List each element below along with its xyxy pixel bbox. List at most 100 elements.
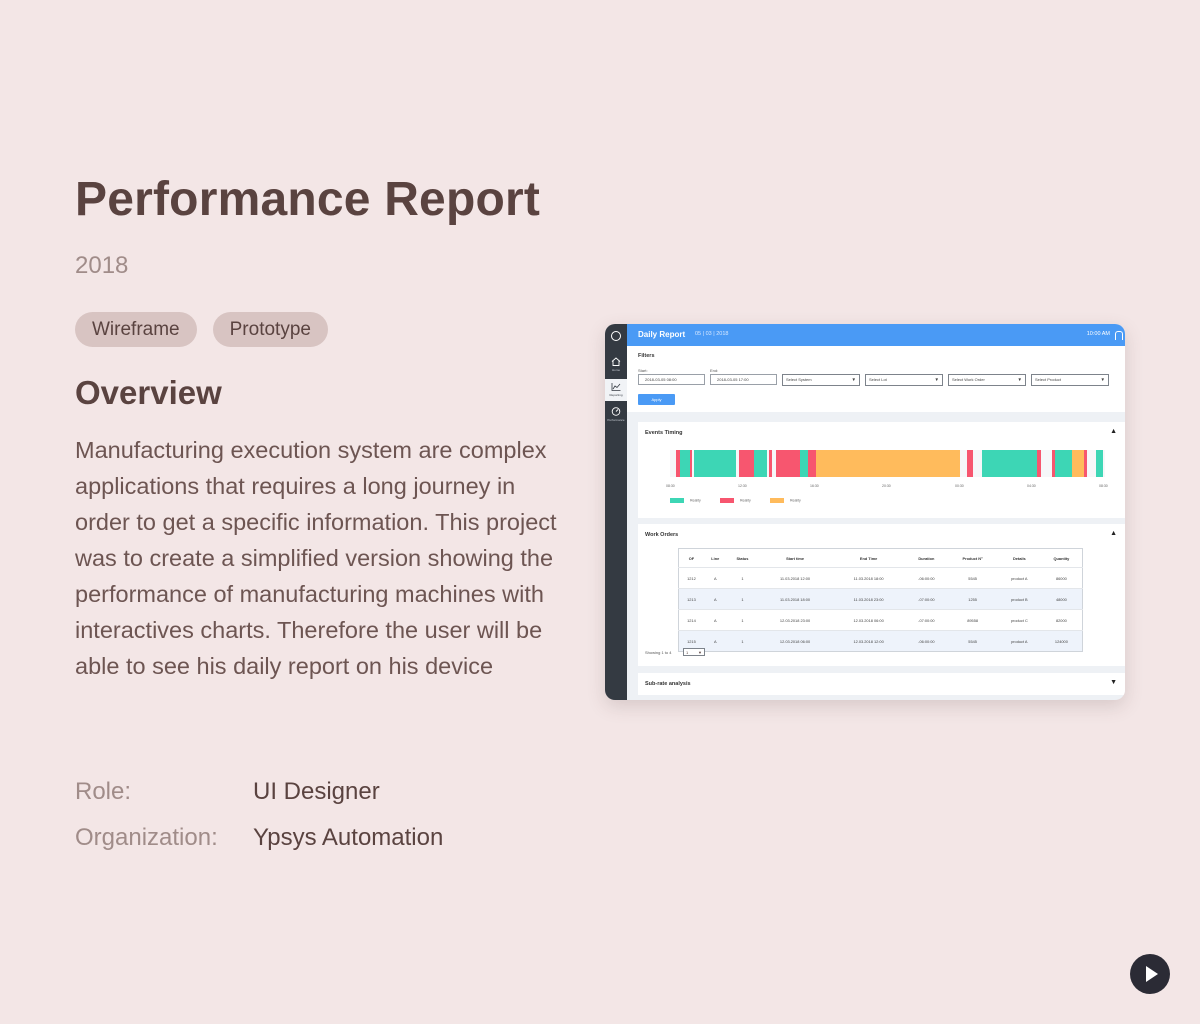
table-cell: 12.03.2018 23:00 (758, 609, 832, 631)
timeline-segment (1084, 450, 1087, 477)
end-label: End: (710, 368, 719, 373)
legend-label: Reality (690, 498, 701, 503)
tag-prototype: Prototype (212, 312, 328, 347)
legend-label: Reality (740, 498, 751, 503)
tag-wireframe: Wireframe (75, 312, 197, 347)
sidebar-item-label: Performance (607, 418, 625, 422)
mockup-sidebar: Home Reporting Performance (605, 324, 627, 700)
collapse-up-icon[interactable]: ▲ (1110, 428, 1117, 435)
table-cell: 86000 (1040, 567, 1083, 589)
select-work-order-label: Select Work Order (952, 377, 985, 382)
end-datetime-input[interactable]: 2018-03-05 17:00 (710, 374, 777, 385)
filters-panel: Filters Start: 2018-03-05 08:00 End: 201… (627, 346, 1125, 412)
table-row[interactable]: 1214 A 1 12.03.2018 23:00 12.03.2018 06:… (678, 609, 1083, 631)
table-cell: 11.03.2018 18:00 (831, 567, 906, 589)
sidebar-item-performance[interactable]: Performance (605, 404, 627, 426)
table-cell: 1255 (947, 588, 998, 610)
page-select-dropdown[interactable]: 1 ▼ (683, 648, 705, 656)
organization-label: Organization: (75, 824, 218, 851)
role-value: UI Designer (253, 778, 380, 805)
timeline-tick-label: 08:30 (666, 484, 675, 488)
column-header[interactable]: End Time (832, 549, 906, 568)
events-timeline-bar[interactable] (670, 450, 1105, 477)
table-cell: product B (997, 588, 1041, 610)
sub-rate-analysis-card[interactable]: Sub-rate analysis ▼ (638, 673, 1125, 695)
timeline-segment (754, 450, 767, 477)
sidebar-item-reporting[interactable]: Reporting (605, 379, 627, 401)
chevron-down-icon: ▼ (1017, 377, 1022, 382)
collapse-up-icon[interactable]: ▲ (1110, 530, 1117, 537)
table-row[interactable]: 1212 A 1 11.03.2018 12:00 11.03.2018 18:… (678, 567, 1083, 589)
column-header[interactable]: Product N° (947, 549, 997, 568)
select-system-dropdown[interactable]: Select System ▼ (782, 374, 860, 386)
select-product-label: Select Product (1035, 377, 1062, 382)
project-year: 2018 (75, 252, 129, 279)
sidebar-item-label: Home (611, 368, 620, 372)
expand-down-icon[interactable]: ▼ (1110, 679, 1117, 686)
select-lot-dropdown[interactable]: Select Lot ▼ (865, 374, 943, 386)
apply-button[interactable]: Apply (638, 394, 675, 405)
table-cell: 124000 (1040, 630, 1083, 652)
column-header[interactable]: Start time (758, 549, 832, 568)
play-button[interactable] (1130, 954, 1170, 994)
select-lot-label: Select Lot (869, 377, 887, 382)
table-cell: 12.03.2018 12:00 (831, 630, 906, 652)
app-mockup: Home Reporting Performance Daily Report … (605, 324, 1125, 700)
chevron-down-icon: ▼ (698, 650, 702, 655)
column-header[interactable]: OF (679, 549, 704, 568)
work-orders-title: Work Orders (645, 532, 679, 538)
pagination-info: Showing 1 to 4 (645, 650, 672, 655)
table-cell: 1213 (678, 588, 704, 610)
legend-item: Reality (670, 498, 701, 503)
table-cell: 12.03.2018 06:00 (758, 630, 832, 652)
timeline-segment (690, 450, 692, 477)
report-title: Daily Report (638, 330, 686, 339)
table-row[interactable]: 1215 A 1 12.03.2018 06:00 12.03.2018 12:… (678, 630, 1083, 652)
table-cell: 1 (726, 630, 759, 652)
report-time: 10:00 AM (1086, 331, 1110, 337)
start-datetime-input[interactable]: 2018-03-05 08:00 (638, 374, 705, 385)
legend-item: Reality (720, 498, 751, 503)
work-orders-card: Work Orders ▲ OF Line Status Start time … (638, 524, 1125, 666)
table-cell: A (703, 588, 727, 610)
page-title: Performance Report (75, 173, 541, 226)
column-header[interactable]: Quantity (1041, 549, 1083, 568)
table-cell: -06:00:00 (905, 567, 948, 589)
user-icon[interactable] (1115, 331, 1123, 340)
timeline-segment (776, 450, 800, 477)
column-header[interactable]: Details (998, 549, 1041, 568)
select-work-order-dropdown[interactable]: Select Work Order ▼ (948, 374, 1026, 386)
table-cell: 5545 (947, 567, 998, 589)
table-cell: A (703, 609, 727, 631)
report-date: 05 | 03 | 2018 (695, 331, 729, 337)
overview-heading: Overview (75, 374, 222, 411)
timeline-segment (967, 450, 973, 477)
tag-list: Wireframe Prototype (75, 312, 328, 347)
column-header[interactable]: Line (704, 549, 727, 568)
role-label: Role: (75, 778, 132, 805)
column-header[interactable]: Status (727, 549, 759, 568)
column-header[interactable]: Duration (905, 549, 947, 568)
table-cell: 82000 (1040, 609, 1083, 631)
sub-rate-analysis-title: Sub-rate analysis (645, 681, 691, 687)
filters-title: Filters (638, 353, 655, 359)
table-cell: -06:00:00 (905, 630, 948, 652)
play-icon (1146, 966, 1158, 982)
table-cell: 1 (726, 609, 759, 631)
table-cell: -07:00:00 (905, 588, 948, 610)
timeline-segment (800, 450, 808, 477)
timeline-segment (816, 450, 960, 477)
organization-value: Ypsys Automation (253, 824, 444, 851)
start-label: Start: (638, 368, 648, 373)
chevron-down-icon: ▼ (1100, 377, 1105, 382)
timeline-segment (1055, 450, 1072, 477)
logo-circle-icon (611, 331, 621, 341)
table-row[interactable]: 1213 A 1 11.03.2018 18:00 11.03.2018 23:… (678, 588, 1083, 610)
table-cell: 11.03.2018 12:00 (758, 567, 832, 589)
sidebar-item-home[interactable]: Home (605, 354, 627, 376)
select-product-dropdown[interactable]: Select Product ▼ (1031, 374, 1109, 386)
timeline-segment (982, 450, 1037, 477)
line-chart-icon (611, 383, 621, 391)
home-icon (611, 357, 621, 366)
events-timing-card: Events Timing ▲ 08:30 12:30 16:30 20:30 … (638, 422, 1125, 518)
